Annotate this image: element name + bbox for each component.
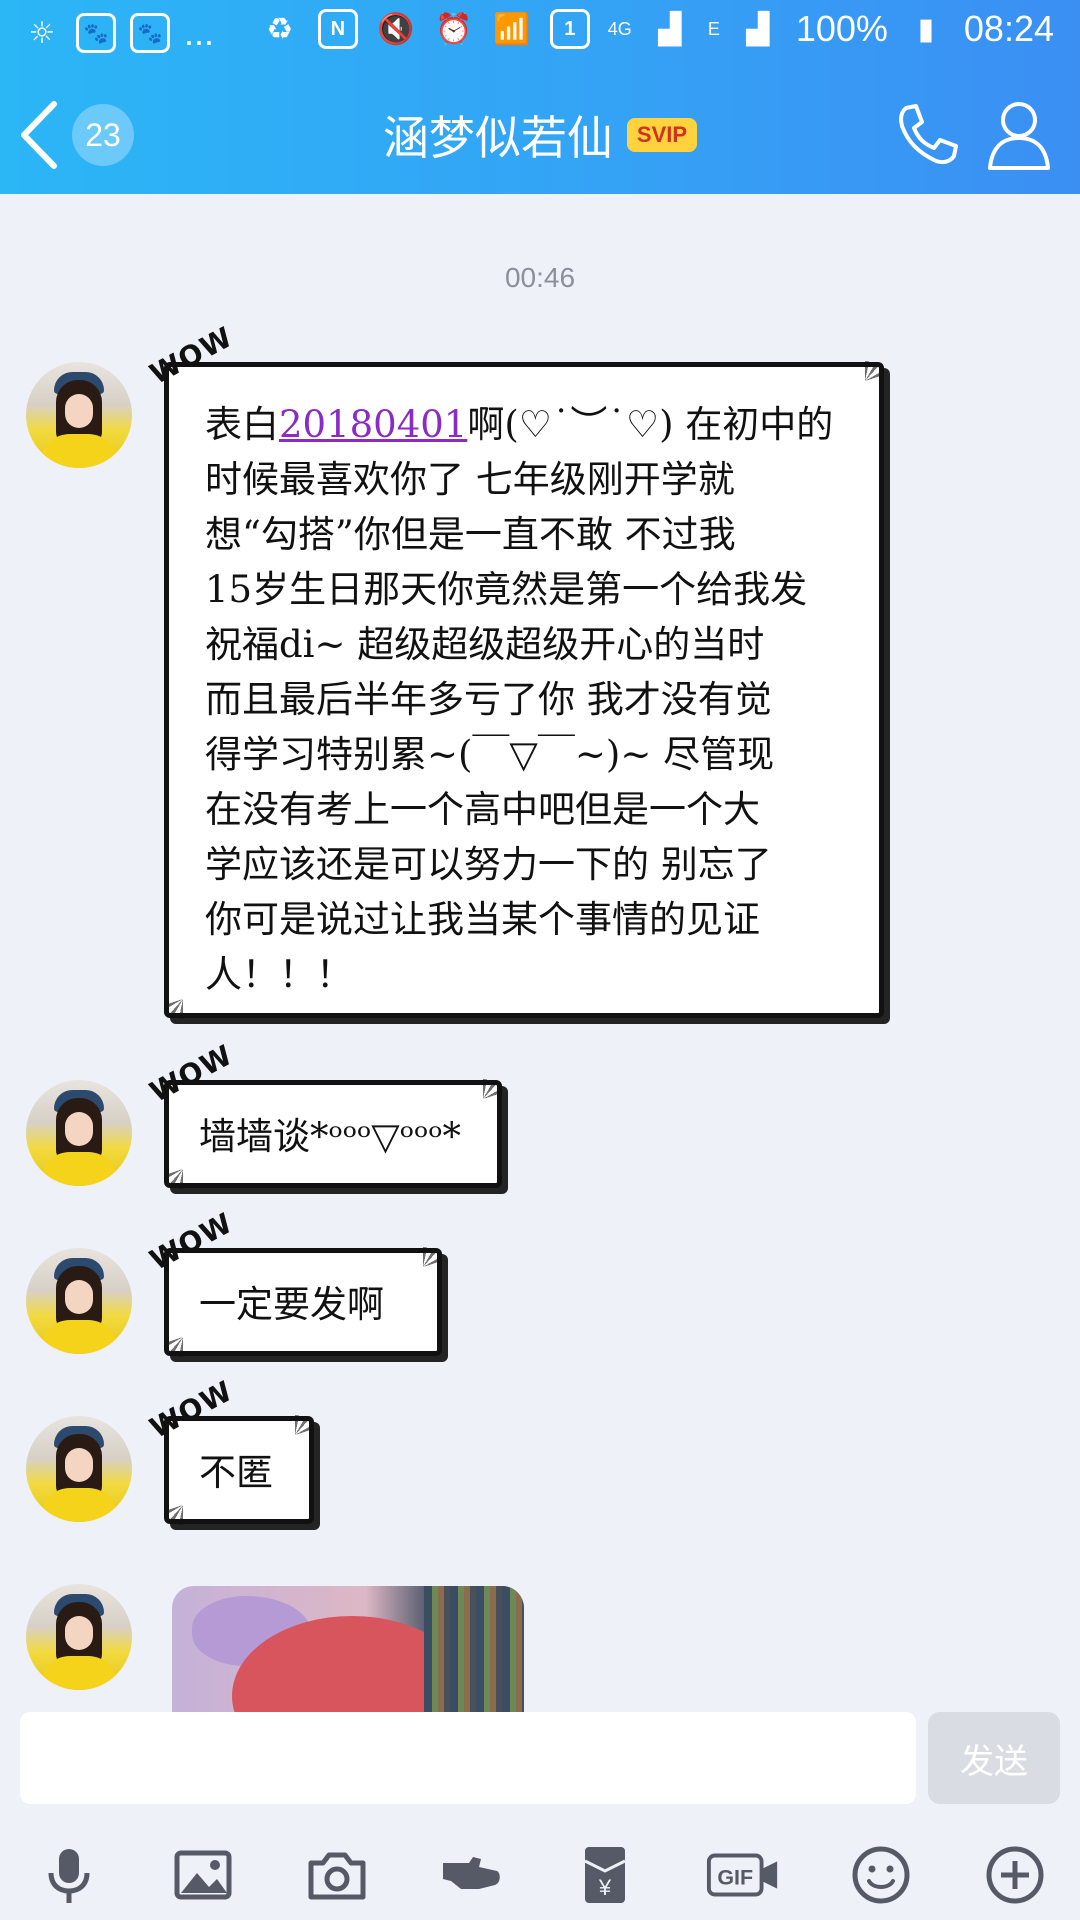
input-bar: 发送 ¥ GIF bbox=[0, 1712, 1080, 1920]
weather-icon: ☼ bbox=[28, 15, 56, 51]
message-timestamp: 00:46 bbox=[504, 262, 576, 293]
plus-icon[interactable] bbox=[980, 1840, 1050, 1910]
send-button[interactable]: 发送 bbox=[928, 1712, 1060, 1804]
message-bubble[interactable]: WOW 表白20180401啊(♡˙︶˙♡) 在初中的 时候最喜欢你了 七年级刚… bbox=[144, 320, 884, 1018]
image-message[interactable] bbox=[172, 1586, 524, 1716]
more-notifications: ... bbox=[184, 12, 215, 53]
baidu-paw-icon: 🐾 bbox=[76, 13, 116, 53]
network-e: E bbox=[707, 18, 720, 39]
battery-icon: ▮ bbox=[917, 11, 935, 47]
signal-icon: ▟ bbox=[658, 11, 682, 47]
message-text: 不匿 bbox=[199, 1451, 273, 1494]
avatar[interactable] bbox=[26, 1584, 132, 1690]
message-text: 墙墙谈*ᵒᵒᵒ▽ᵒᵒᵒ* bbox=[199, 1115, 461, 1158]
contact-name: 涵梦似若仙 bbox=[382, 111, 613, 165]
battery-level: 100% bbox=[795, 8, 888, 49]
microphone-icon[interactable] bbox=[34, 1840, 104, 1910]
red-packet-icon[interactable]: ¥ bbox=[570, 1840, 640, 1910]
status-bar: ☼ 🐾 🐾 ... ♻ N 🔇 ⏰ 📶 1 4G ▟ E ▟ 100% ▮ 08… bbox=[0, 0, 1080, 68]
message-bubble[interactable]: WOW 一定要发啊 bbox=[144, 1206, 442, 1356]
nav-bar: 23 涵梦似若仙 SVIP bbox=[0, 80, 1080, 190]
message-bubble[interactable]: WOW 不匿 bbox=[144, 1374, 314, 1524]
nfc-icon: N bbox=[317, 9, 358, 49]
baidu-paw-icon-2: 🐾 bbox=[130, 13, 170, 53]
svg-text:¥: ¥ bbox=[598, 1875, 612, 1900]
message-bubble[interactable]: WOW 墙墙谈*ᵒᵒᵒ▽ᵒᵒᵒ* bbox=[144, 1038, 502, 1188]
recycle-icon: ♻ bbox=[266, 11, 294, 47]
message-input[interactable] bbox=[20, 1712, 916, 1804]
date-link[interactable]: 20180401 bbox=[279, 403, 467, 446]
signal-icon-2: ▟ bbox=[746, 11, 770, 47]
poke-icon[interactable] bbox=[436, 1840, 506, 1910]
svg-text:GIF: GIF bbox=[717, 1866, 753, 1890]
wow-sticker: WOW bbox=[144, 1374, 239, 1445]
emoji-icon[interactable] bbox=[846, 1840, 916, 1910]
svip-badge: SVIP bbox=[626, 118, 698, 152]
wow-sticker: WOW bbox=[144, 320, 239, 391]
phone-call-icon[interactable] bbox=[892, 100, 962, 170]
network-type: 4G bbox=[607, 18, 632, 39]
message-text: 一定要发啊 bbox=[199, 1283, 384, 1326]
sim-icon: 1 bbox=[549, 9, 590, 49]
clock: 08:24 bbox=[963, 8, 1054, 49]
chat-header: ☼ 🐾 🐾 ... ♻ N 🔇 ⏰ 📶 1 4G ▟ E ▟ 100% ▮ 08… bbox=[0, 0, 1080, 194]
alarm-icon: ⏰ bbox=[435, 11, 473, 47]
wow-sticker: WOW bbox=[144, 1038, 239, 1109]
avatar[interactable] bbox=[26, 1080, 132, 1186]
avatar[interactable] bbox=[26, 362, 132, 468]
avatar[interactable] bbox=[26, 1416, 132, 1522]
profile-icon[interactable] bbox=[984, 98, 1054, 172]
image-icon[interactable] bbox=[168, 1840, 238, 1910]
input-toolbar: ¥ GIF bbox=[0, 1830, 1080, 1920]
wow-sticker: WOW bbox=[144, 1206, 239, 1277]
wifi-icon: 📶 bbox=[493, 11, 531, 47]
gif-icon[interactable]: GIF bbox=[704, 1840, 784, 1910]
avatar[interactable] bbox=[26, 1248, 132, 1354]
camera-icon[interactable] bbox=[302, 1840, 372, 1910]
message-text: 表白20180401啊(♡˙︶˙♡) 在初中的 时候最喜欢你了 七年级刚开学就 … bbox=[205, 403, 834, 996]
mute-icon: 🔇 bbox=[377, 11, 415, 47]
